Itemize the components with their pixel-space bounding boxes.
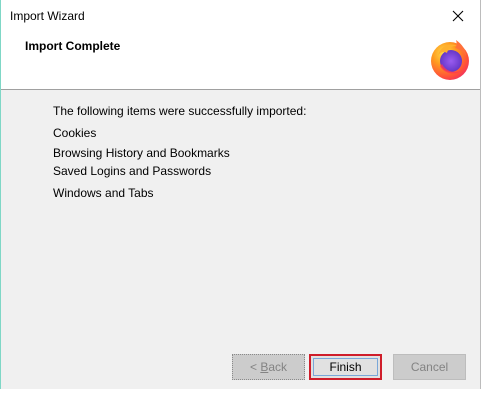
wizard-header: Import Complete (1, 32, 480, 90)
page-title: Import Complete (25, 39, 121, 53)
cancel-button-label: Cancel (410, 360, 449, 374)
window-title: Import Wizard (10, 9, 85, 23)
back-button-prefix: < (249, 360, 261, 374)
finish-button[interactable]: Finish (309, 354, 382, 380)
imported-item-logins-passwords: Saved Logins and Passwords (53, 164, 212, 178)
imported-item-cookies: Cookies (53, 126, 97, 140)
imported-item-windows-tabs: Windows and Tabs (53, 186, 154, 200)
finish-button-label: Finish (329, 360, 362, 374)
close-icon (452, 10, 464, 22)
bottom-edge (0, 389, 482, 393)
close-button[interactable] (436, 0, 480, 32)
firefox-logo (431, 40, 469, 80)
title-bar: Import Wizard (1, 0, 480, 32)
back-button-accesskey: B (260, 360, 269, 374)
import-wizard-window: Import Wizard Import Complete The follow… (0, 0, 481, 392)
back-button[interactable]: < Back (232, 354, 305, 380)
intro-text: The following items were successfully im… (53, 104, 307, 118)
imported-item-history-bookmarks: Browsing History and Bookmarks (53, 146, 230, 160)
cancel-button[interactable]: Cancel (393, 354, 466, 380)
back-button-rest: ack (268, 360, 288, 374)
finish-button-focus-ring: Finish (313, 358, 378, 376)
